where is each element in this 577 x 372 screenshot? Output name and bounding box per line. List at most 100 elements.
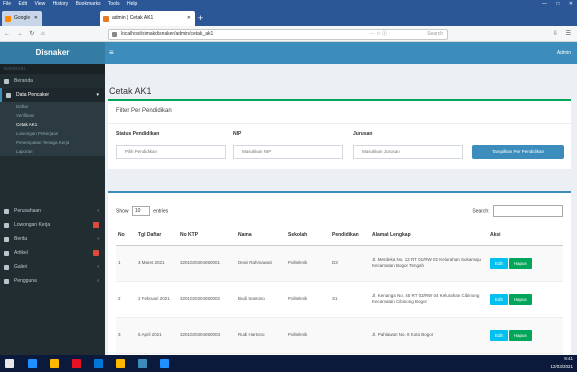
cell-edu bbox=[330, 317, 370, 354]
cell-actions: Edit Hapus bbox=[488, 317, 563, 354]
table-row: 2 2 Februari 2021 3201020304050002 Budi … bbox=[116, 281, 563, 318]
sidebar-item-data-pencaker[interactable]: Data Pencaker ▾ bbox=[0, 88, 105, 102]
nip-input[interactable]: Masukkan NIP bbox=[233, 145, 343, 159]
sidebar-subitem-lowongan[interactable]: Lowongan Pekerjaan bbox=[0, 129, 105, 138]
toolbar-right: ⇩ ☰ bbox=[547, 26, 571, 42]
minimize-button[interactable]: — bbox=[542, 1, 547, 7]
sidebar-toggle-icon[interactable]: ≡ bbox=[109, 42, 114, 64]
sidebar-item-beranda[interactable]: Beranda bbox=[0, 74, 105, 88]
close-tab-icon[interactable]: ✕ bbox=[187, 11, 191, 26]
back-arrow-icon[interactable]: ← bbox=[4, 31, 10, 37]
file-explorer-icon[interactable] bbox=[94, 359, 103, 368]
home-icon[interactable]: ⌂ bbox=[41, 31, 45, 37]
firefox-icon[interactable] bbox=[116, 359, 125, 368]
entries-label: entries bbox=[153, 208, 169, 215]
reload-icon[interactable]: ↻ bbox=[29, 31, 34, 37]
sidebar-item-pengguna[interactable]: Pengguna ‹ bbox=[0, 274, 105, 288]
menu-tools[interactable]: Tools bbox=[108, 1, 120, 7]
tab-cetak-ak1[interactable]: admin | Cetak AK1 ✕ bbox=[100, 11, 195, 26]
sidebar-item-artikel[interactable]: Artikel bbox=[0, 246, 105, 260]
table-header-row: No Tgl Daftar No KTP Nama Sekolah Pendid… bbox=[116, 225, 563, 246]
chevron-down-icon: ▾ bbox=[96, 92, 99, 98]
google-favicon-icon bbox=[5, 16, 11, 22]
app-header: ≡ Admin bbox=[105, 42, 577, 64]
sidebar-subitem-laporan[interactable]: Laporan bbox=[0, 147, 105, 156]
task-view-icon[interactable] bbox=[50, 359, 59, 368]
search-icon[interactable] bbox=[28, 359, 37, 368]
sidebar-item-label: Lowongan Kerja bbox=[14, 222, 51, 228]
app-icon[interactable] bbox=[160, 359, 169, 368]
sidebar-item-lowongan-kerja[interactable]: Lowongan Kerja bbox=[0, 218, 105, 232]
cell-no: 1 bbox=[116, 245, 136, 282]
hapus-button[interactable]: Hapus bbox=[508, 329, 532, 341]
cell-ktp: 3201020304050003 bbox=[178, 317, 236, 354]
close-tab-icon[interactable]: ✕ bbox=[34, 11, 38, 26]
cell-school: Politeknik bbox=[286, 317, 330, 354]
menu-help[interactable]: Help bbox=[127, 1, 137, 7]
sidebar-item-berita[interactable]: Berita ‹ bbox=[0, 232, 105, 246]
maximize-button[interactable]: □ bbox=[556, 1, 559, 7]
sidebar-item-label: Perusahaan bbox=[14, 208, 41, 214]
column-header-pendidikan[interactable]: Pendidikan bbox=[330, 225, 370, 246]
cell-address: Jl. Pahlawan No. 8 Kota Bogor bbox=[370, 317, 488, 354]
app-brand-logo[interactable]: Disnaker bbox=[0, 42, 105, 64]
page-favicon-icon bbox=[103, 16, 109, 22]
cell-edu: S1 bbox=[330, 281, 370, 318]
menu-view[interactable]: View bbox=[34, 1, 45, 7]
edit-button[interactable]: Edit bbox=[490, 293, 508, 305]
pencaker-table: No Tgl Daftar No KTP Nama Sekolah Pendid… bbox=[116, 225, 563, 354]
menu-history[interactable]: History bbox=[53, 1, 69, 7]
column-header-no[interactable]: No bbox=[116, 225, 136, 246]
start-icon[interactable] bbox=[5, 359, 14, 368]
entries-select[interactable]: 10 bbox=[131, 206, 150, 216]
sidebar-item-galeri[interactable]: Galeri ‹ bbox=[0, 260, 105, 274]
status-pendidikan-label: Status Pendidikan bbox=[116, 131, 160, 137]
sidebar-header: NAVIGASI bbox=[0, 64, 105, 74]
cell-date: 2 Februari 2021 bbox=[136, 281, 178, 318]
menu-file[interactable]: File bbox=[3, 1, 11, 7]
table-search: Search: bbox=[472, 205, 563, 217]
search-field[interactable]: Search bbox=[427, 30, 443, 39]
menu-icon[interactable]: ☰ bbox=[566, 31, 571, 37]
user-icon bbox=[4, 279, 9, 284]
sidebar-subitem-verifikasi[interactable]: Verifikasi bbox=[0, 111, 105, 120]
system-clock[interactable]: 9:41 12/03/2021 bbox=[550, 355, 573, 371]
edit-button[interactable]: Edit bbox=[490, 329, 508, 341]
search-input[interactable] bbox=[493, 205, 563, 217]
jurusan-input[interactable]: Masukkan Jurusan bbox=[353, 145, 463, 159]
column-header-aksi[interactable]: Aksi bbox=[488, 225, 563, 246]
notification-badge bbox=[93, 250, 99, 256]
tab-strip: Google ✕ admin | Cetak AK1 ✕ + bbox=[0, 8, 577, 26]
menu-bookmarks[interactable]: Bookmarks bbox=[76, 1, 101, 7]
url-bar[interactable]: localhost/simakdisnaker/admin/cetak_ak1 … bbox=[108, 29, 448, 40]
url-actions-icon[interactable]: ··· ☆ ⓘ bbox=[370, 30, 387, 39]
new-tab-button[interactable]: + bbox=[198, 11, 203, 25]
cell-no: 2 bbox=[116, 281, 136, 318]
store-icon[interactable] bbox=[138, 359, 147, 368]
tampilkan-button[interactable]: Tampilkan Per Pendidikan bbox=[472, 145, 564, 159]
status-pendidikan-select[interactable]: Pilih Pendidikan bbox=[116, 145, 226, 159]
column-header-sekolah[interactable]: Sekolah bbox=[286, 225, 330, 246]
downloads-icon[interactable]: ⇩ bbox=[553, 31, 558, 37]
hapus-button[interactable]: Hapus bbox=[508, 257, 532, 269]
column-header-alamat[interactable]: Alamat Lengkap bbox=[370, 225, 488, 246]
column-header-nama[interactable]: Nama bbox=[236, 225, 286, 246]
search-label: Search: bbox=[472, 208, 490, 215]
cell-no: 3 bbox=[116, 317, 136, 354]
sidebar-subitem-daftar[interactable]: Daftar bbox=[0, 102, 105, 111]
hapus-button[interactable]: Hapus bbox=[508, 293, 532, 305]
column-header-no-ktp[interactable]: No KTP bbox=[178, 225, 236, 246]
sidebar-item-perusahaan[interactable]: Perusahaan ‹ bbox=[0, 204, 105, 218]
edit-button[interactable]: Edit bbox=[490, 257, 508, 269]
edge-icon[interactable] bbox=[72, 359, 81, 368]
user-menu[interactable]: Admin bbox=[557, 42, 571, 64]
menu-edit[interactable]: Edit bbox=[18, 1, 27, 7]
file-icon bbox=[4, 251, 9, 256]
column-header-tgl-daftar[interactable]: Tgl Daftar bbox=[136, 225, 178, 246]
close-window-button[interactable]: ✕ bbox=[569, 1, 573, 7]
forward-arrow-icon[interactable]: → bbox=[17, 31, 23, 37]
tab-google[interactable]: Google ✕ bbox=[2, 11, 42, 26]
sidebar-subitem-penempatan[interactable]: Penempatan Tenaga Kerja bbox=[0, 138, 105, 147]
sidebar-subitem-cetak-ak1[interactable]: Cetak AK1 bbox=[0, 120, 105, 129]
divider bbox=[108, 123, 571, 124]
